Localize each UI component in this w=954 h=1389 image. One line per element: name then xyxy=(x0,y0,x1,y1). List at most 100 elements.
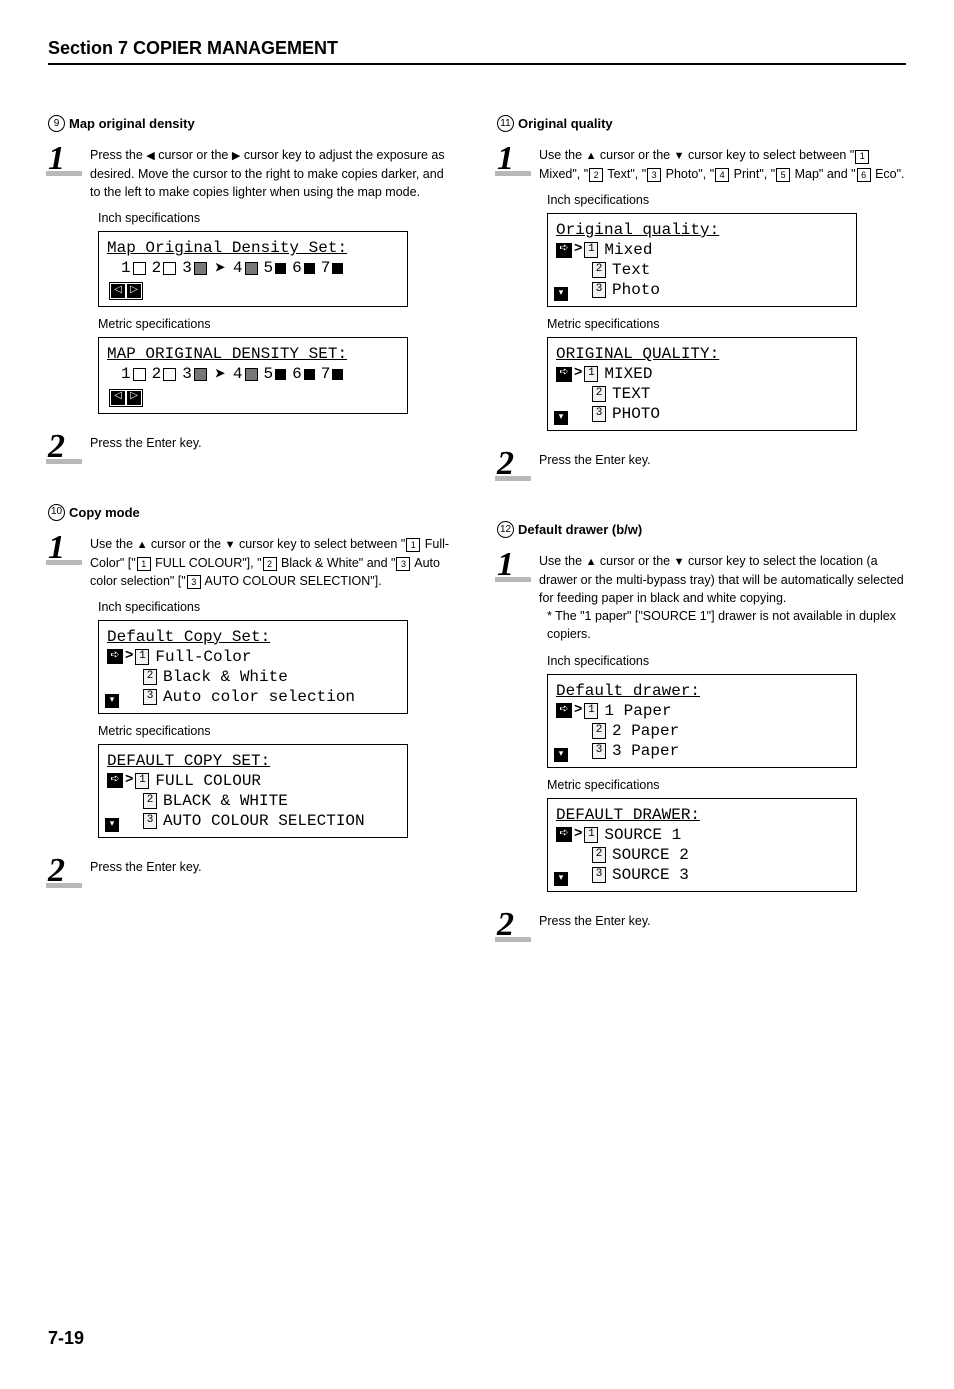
step-2: 2 Press the Enter key. xyxy=(48,430,457,464)
lcd-option: 2 Paper xyxy=(612,721,679,741)
circled-number-icon: 12 xyxy=(497,521,514,538)
pointer-icon: ➤ xyxy=(215,367,225,382)
section-title: Section 7 COPIER MANAGEMENT xyxy=(48,38,906,65)
lcd-title: DEFAULT COPY SET: xyxy=(107,751,399,771)
step-2: 2 Press the Enter key. xyxy=(497,908,906,942)
nav-keys-icon: ◁▷ xyxy=(109,389,143,407)
spec-label-metric: Metric specifications xyxy=(547,317,906,331)
step-1: 1 Press the ◀ cursor or the ▶ cursor key… xyxy=(48,142,457,201)
spec-label-inch: Inch specifications xyxy=(547,654,906,668)
lcd-option: Full-Color xyxy=(155,647,251,667)
lcd-title: Map Original Density Set: xyxy=(107,238,399,258)
lcd-title: MAP ORIGINAL DENSITY SET: xyxy=(107,344,399,364)
lcd-option: Mixed xyxy=(604,240,652,260)
selection-arrow-icon: ➪ xyxy=(556,243,572,258)
down-scroll-icon: ▾ xyxy=(554,287,568,301)
up-arrow-icon: ▲ xyxy=(586,150,597,162)
lcd-option: Text xyxy=(612,260,650,280)
lcd-display: MAP ORIGINAL DENSITY SET: 1 2 3 ➤ 4 5 6 … xyxy=(98,337,408,413)
left-arrow-icon: ◀ xyxy=(146,150,154,162)
heading-map-original-density: 9 Map original density xyxy=(48,115,457,132)
spec-label-inch: Inch specifications xyxy=(98,211,457,225)
lcd-title: ORIGINAL QUALITY: xyxy=(556,344,848,364)
lcd-display: ORIGINAL QUALITY: ➪>1MIXED 2TEXT 3PHOTO … xyxy=(547,337,857,431)
lcd-display: DEFAULT DRAWER: ➪>1SOURCE 1 2SOURCE 2 3S… xyxy=(547,798,857,892)
down-arrow-icon: ▼ xyxy=(674,556,685,568)
spec-label-inch: Inch specifications xyxy=(547,193,906,207)
selection-arrow-icon: ➪ xyxy=(556,703,572,718)
selection-arrow-icon: ➪ xyxy=(107,649,123,664)
step-number: 1 xyxy=(48,529,65,566)
selection-arrow-icon: ➪ xyxy=(107,773,123,788)
heading-default-drawer: 12 Default drawer (b/w) xyxy=(497,521,906,538)
lcd-title: Default Copy Set: xyxy=(107,627,399,647)
step-text: Press the Enter key. xyxy=(539,908,651,930)
lcd-option: BLACK & WHITE xyxy=(163,791,288,811)
right-column: 11 Original quality 1 Use the ▲ cursor o… xyxy=(497,93,906,948)
step-text: Use the ▲ cursor or the ▼ cursor key to … xyxy=(539,548,906,643)
lcd-title: DEFAULT DRAWER: xyxy=(556,805,848,825)
step-text: Use the ▲ cursor or the ▼ cursor key to … xyxy=(90,531,457,590)
down-arrow-icon: ▼ xyxy=(225,539,236,551)
circled-number-icon: 11 xyxy=(497,115,514,132)
step-number: 1 xyxy=(48,140,65,177)
heading-text: Map original density xyxy=(69,116,195,131)
up-arrow-icon: ▲ xyxy=(586,556,597,568)
lcd-display: Original quality: ➪>1Mixed 2Text 3Photo … xyxy=(547,213,857,307)
down-scroll-icon: ▾ xyxy=(105,818,119,832)
lcd-option: 3 Paper xyxy=(612,741,679,761)
circled-number-icon: 10 xyxy=(48,504,65,521)
heading-original-quality: 11 Original quality xyxy=(497,115,906,132)
lcd-display: Default Copy Set: ➪>1Full-Color 2Black &… xyxy=(98,620,408,714)
lcd-option: MIXED xyxy=(604,364,652,384)
down-scroll-icon: ▾ xyxy=(105,694,119,708)
step-text: Press the Enter key. xyxy=(90,854,202,876)
lcd-option: FULL COLOUR xyxy=(155,771,261,791)
selection-arrow-icon: ➪ xyxy=(556,827,572,842)
step-1: 1 Use the ▲ cursor or the ▼ cursor key t… xyxy=(497,142,906,183)
step-text: Press the ◀ cursor or the ▶ cursor key t… xyxy=(90,142,457,201)
lcd-display: Default drawer: ➪>11 Paper 22 Paper 33 P… xyxy=(547,674,857,768)
lcd-option: PHOTO xyxy=(612,404,660,424)
step-2: 2 Press the Enter key. xyxy=(48,854,457,888)
lcd-option: AUTO COLOUR SELECTION xyxy=(163,811,365,831)
spec-label-metric: Metric specifications xyxy=(547,778,906,792)
spec-label-metric: Metric specifications xyxy=(98,724,457,738)
spec-label-metric: Metric specifications xyxy=(98,317,457,331)
lcd-option: TEXT xyxy=(612,384,650,404)
down-arrow-icon: ▼ xyxy=(674,150,685,162)
heading-text: Original quality xyxy=(518,116,613,131)
step-text: Press the Enter key. xyxy=(539,447,651,469)
down-scroll-icon: ▾ xyxy=(554,748,568,762)
nav-keys-icon: ◁▷ xyxy=(109,282,143,300)
heading-copy-mode: 10 Copy mode xyxy=(48,504,457,521)
lcd-option: Black & White xyxy=(163,667,288,687)
step-text: Press the Enter key. xyxy=(90,430,202,452)
lcd-option: Auto color selection xyxy=(163,687,355,707)
spec-label-inch: Inch specifications xyxy=(98,600,457,614)
step-note: * The "1 paper" ["SOURCE 1"] drawer is n… xyxy=(547,607,906,643)
heading-text: Copy mode xyxy=(69,505,140,520)
lcd-option: Photo xyxy=(612,280,660,300)
step-number: 1 xyxy=(497,546,514,583)
step-2: 2 Press the Enter key. xyxy=(497,447,906,481)
step-number: 1 xyxy=(497,140,514,177)
down-scroll-icon: ▾ xyxy=(554,872,568,886)
density-scale: 1 2 3 ➤ 4 5 6 7 xyxy=(107,364,399,384)
density-scale: 1 2 3 ➤ 4 5 6 7 xyxy=(107,258,399,278)
step-number: 2 xyxy=(48,852,65,889)
lcd-option: SOURCE 3 xyxy=(612,865,689,885)
step-number: 2 xyxy=(497,445,514,482)
lcd-option: SOURCE 1 xyxy=(604,825,681,845)
pointer-icon: ➤ xyxy=(215,261,225,276)
lcd-display: Map Original Density Set: 1 2 3 ➤ 4 5 6 … xyxy=(98,231,408,307)
page-number: 7-19 xyxy=(48,1328,906,1349)
lcd-option: SOURCE 2 xyxy=(612,845,689,865)
heading-text: Default drawer (b/w) xyxy=(518,522,642,537)
lcd-display: DEFAULT COPY SET: ➪>1FULL COLOUR 2BLACK … xyxy=(98,744,408,838)
up-arrow-icon: ▲ xyxy=(137,539,148,551)
lcd-title: Original quality: xyxy=(556,220,848,240)
step-text: Use the ▲ cursor or the ▼ cursor key to … xyxy=(539,142,906,183)
lcd-title: Default drawer: xyxy=(556,681,848,701)
step-1: 1 Use the ▲ cursor or the ▼ cursor key t… xyxy=(497,548,906,643)
